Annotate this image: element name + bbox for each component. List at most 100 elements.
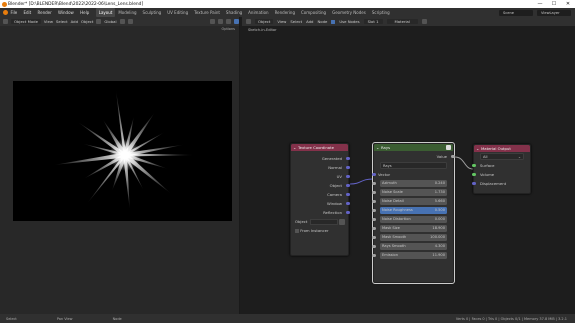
socket-noise-detail[interactable] <box>372 200 376 204</box>
main-menu: File Edit Render Window Help <box>8 10 92 15</box>
tab-geometry-nodes[interactable]: Geometry Nodes <box>329 8 369 17</box>
azimuth-field[interactable]: Azimuth 0.240 <box>380 180 447 187</box>
noise-roughness-field[interactable]: Noise Roughness 0.500 <box>380 207 447 214</box>
socket-surface[interactable] <box>472 164 476 168</box>
output-normal: Normal <box>291 163 350 172</box>
socket-emission[interactable] <box>372 254 376 258</box>
wire-object-to-vector <box>349 178 374 185</box>
socket-noise-roughness[interactable] <box>372 209 376 213</box>
output-camera: Camera <box>291 190 350 199</box>
material-output-node[interactable]: Material Output All⌄ Surface Volume Disp… <box>472 144 531 194</box>
window-title: Blender* [D:\BLENDER\Blend\2022\2022-06\… <box>8 1 144 7</box>
editor-type-icon[interactable] <box>3 19 8 24</box>
tab-uv-editing[interactable]: UV Editing <box>164 8 191 17</box>
socket-mask-smooth[interactable] <box>372 236 376 240</box>
overlay-icon[interactable] <box>210 19 215 24</box>
target-selector[interactable]: All ⌄ <box>480 153 524 160</box>
blender-logo-icon <box>2 1 7 7</box>
tab-layout[interactable]: Layout <box>95 8 116 17</box>
texture-coordinate-node[interactable]: Texture Coordinate Generated Normal UV O… <box>290 143 350 256</box>
socket-azimuth[interactable] <box>372 182 376 186</box>
output-object: Object <box>291 181 350 190</box>
scene-selector[interactable]: Scene <box>499 9 533 16</box>
xray-icon[interactable] <box>218 19 223 24</box>
socket-rays-smooth[interactable] <box>372 245 376 249</box>
from-instancer-checkbox[interactable] <box>295 229 299 233</box>
input-displacement: Displacement <box>472 179 530 188</box>
menu-edit[interactable]: Edit <box>23 10 31 15</box>
node-header[interactable]: Texture Coordinate <box>291 144 348 151</box>
status-bar: Select Pan View Node Verts 0 | Faces 0 |… <box>0 314 575 323</box>
rays-smooth-field[interactable]: Rays Smooth 4.300 <box>380 243 447 250</box>
input-mask-smooth: Mask Smooth 100.000 <box>372 233 453 242</box>
minimize-button[interactable]: — <box>533 0 547 8</box>
menu-help[interactable]: Help <box>80 10 89 15</box>
status-select: Select <box>6 316 17 321</box>
socket-displacement[interactable] <box>472 182 476 186</box>
node-group-icon[interactable] <box>446 145 451 150</box>
node-header[interactable]: Material Output <box>474 145 530 152</box>
window-titlebar: Blender* [D:\BLENDER\Blend\2022\2022-06\… <box>0 0 575 8</box>
mask-smooth-field[interactable]: Mask Smooth 100.000 <box>380 234 447 241</box>
node-header[interactable]: Rays <box>374 144 453 151</box>
eyedropper-icon[interactable] <box>338 219 345 225</box>
solid-shading-icon[interactable] <box>226 19 231 24</box>
input-noise-detail: Noise Detail 5.660 <box>372 197 453 206</box>
socket-noise-scale[interactable] <box>372 191 376 195</box>
object-field[interactable] <box>309 219 338 225</box>
tab-rendering[interactable]: Rendering <box>272 8 298 17</box>
menu-view[interactable]: View <box>44 19 53 24</box>
menu-object[interactable]: Object <box>81 19 93 24</box>
transform-orientation-icon[interactable] <box>96 19 102 24</box>
socket-noise-distortion[interactable] <box>372 218 376 222</box>
socket-mask-size[interactable] <box>372 227 376 231</box>
output-uv: UV <box>291 172 350 181</box>
input-volume: Volume <box>472 170 530 179</box>
menu-window[interactable]: Window <box>58 10 74 15</box>
mask-size-field[interactable]: Mask Size 18.900 <box>380 225 447 232</box>
from-instancer-label: From Instancer <box>300 228 329 233</box>
options-dropdown[interactable]: Options <box>221 27 235 31</box>
input-rays-smooth: Rays Smooth 4.300 <box>372 242 453 251</box>
tab-shading[interactable]: Shading <box>223 8 245 17</box>
rendered-shading-icon[interactable] <box>234 19 239 24</box>
render-preview <box>13 81 232 221</box>
tab-animation[interactable]: Animation <box>245 8 271 17</box>
menu-file[interactable]: File <box>11 10 18 15</box>
close-button[interactable]: ✕ <box>561 0 575 8</box>
menu-render[interactable]: Render <box>38 10 52 15</box>
tab-sculpting[interactable]: Sculpting <box>140 8 165 17</box>
wire-value-to-surface <box>454 156 474 170</box>
socket-vector[interactable] <box>372 173 376 177</box>
shader-editor: Object View Select Add Node Use Nodes Sl… <box>242 17 575 314</box>
rays-group-node[interactable]: Rays Value Rays Vector Azimuth0.240 Nois… <box>372 142 455 284</box>
socket-volume[interactable] <box>472 173 476 177</box>
status-stats: Verts 0 | Faces 0 | Tris 0 | Objects 0/1… <box>455 316 567 321</box>
input-noise-distortion: Noise Distortion 0.000 <box>372 215 453 224</box>
tab-compositing[interactable]: Compositing <box>298 8 329 17</box>
emission-field[interactable]: Emission 11.900 <box>380 252 447 259</box>
view-layer-selector[interactable]: ViewLayer <box>537 9 571 16</box>
snap-icon[interactable] <box>119 19 125 24</box>
workspace-tabs: Layout Modeling Sculpting UV Editing Tex… <box>95 8 393 17</box>
status-pan-view: Pan View <box>56 316 73 321</box>
menu-add[interactable]: Add <box>71 19 78 24</box>
input-noise-scale: Noise Scale 1.730 <box>372 188 453 197</box>
orientation-selector[interactable]: Global <box>104 19 116 24</box>
maximize-button[interactable]: ☐ <box>547 0 561 8</box>
scene-selectors: Scene ViewLayer <box>499 8 571 17</box>
noise-distortion-field[interactable]: Noise Distortion 0.000 <box>380 216 447 223</box>
tab-texture-paint[interactable]: Texture Paint <box>191 8 223 17</box>
tab-scripting[interactable]: Scripting <box>369 8 393 17</box>
noise-detail-field[interactable]: Noise Detail 5.660 <box>380 198 447 205</box>
noise-scale-field[interactable]: Noise Scale 1.730 <box>380 189 447 196</box>
top-bar: File Edit Render Window Help Layout Mode… <box>0 8 575 17</box>
window-controls: — ☐ ✕ <box>533 0 575 8</box>
node-group-selector[interactable]: Rays <box>380 162 447 169</box>
proportional-icon[interactable] <box>127 19 133 24</box>
tab-modeling[interactable]: Modeling <box>115 8 139 17</box>
menu-select[interactable]: Select <box>56 19 68 24</box>
input-vector: Vector <box>372 170 453 179</box>
mode-selector[interactable]: Object Mode <box>11 19 41 24</box>
input-noise-roughness: Noise Roughness 0.500 <box>372 206 453 215</box>
